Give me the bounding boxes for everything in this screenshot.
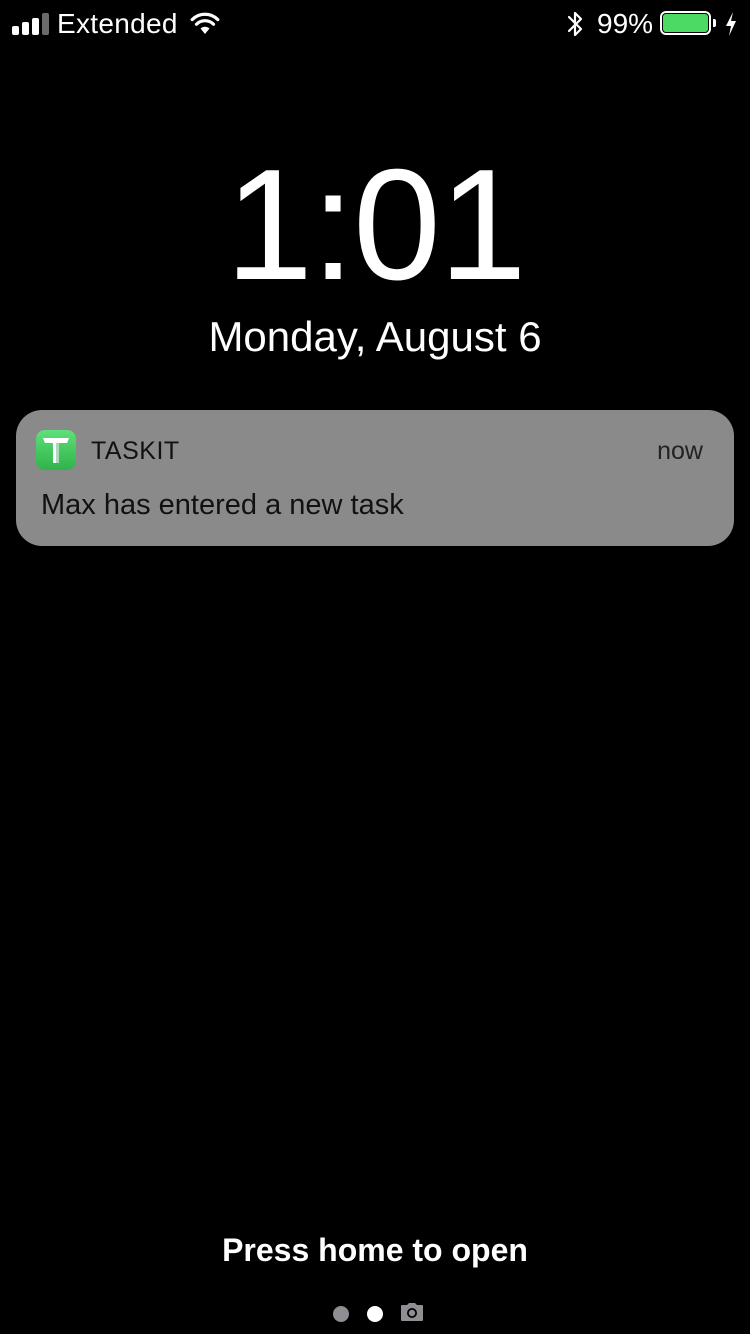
cellular-signal-icon — [12, 13, 50, 35]
taskit-logo-icon — [43, 438, 69, 463]
status-bar: Extended 99% — [0, 0, 750, 48]
battery-percentage: 99% — [597, 8, 654, 39]
carrier-name: Extended — [57, 8, 178, 39]
battery-level-fill — [663, 14, 708, 32]
camera-icon[interactable] — [400, 1302, 424, 1322]
wifi-icon — [190, 12, 220, 34]
page-dot-2 — [367, 1306, 383, 1322]
bluetooth-icon — [567, 11, 583, 37]
notification-message: Max has entered a new task — [41, 489, 404, 521]
lock-screen-date: Monday, August 6 — [208, 313, 542, 360]
page-indicator[interactable] — [0, 1302, 750, 1324]
notification-card[interactable]: TASKIT now Max has entered a new task — [16, 410, 734, 546]
charging-bolt-icon — [726, 12, 736, 36]
lock-screen-time: 1:01 — [225, 137, 527, 313]
notification-app-name: TASKIT — [91, 437, 180, 465]
press-home-hint: Press home to open — [222, 1232, 528, 1268]
notification-time: now — [657, 437, 703, 465]
taskit-app-icon — [36, 430, 76, 470]
battery-icon — [660, 11, 716, 37]
page-dot-1 — [333, 1306, 349, 1322]
